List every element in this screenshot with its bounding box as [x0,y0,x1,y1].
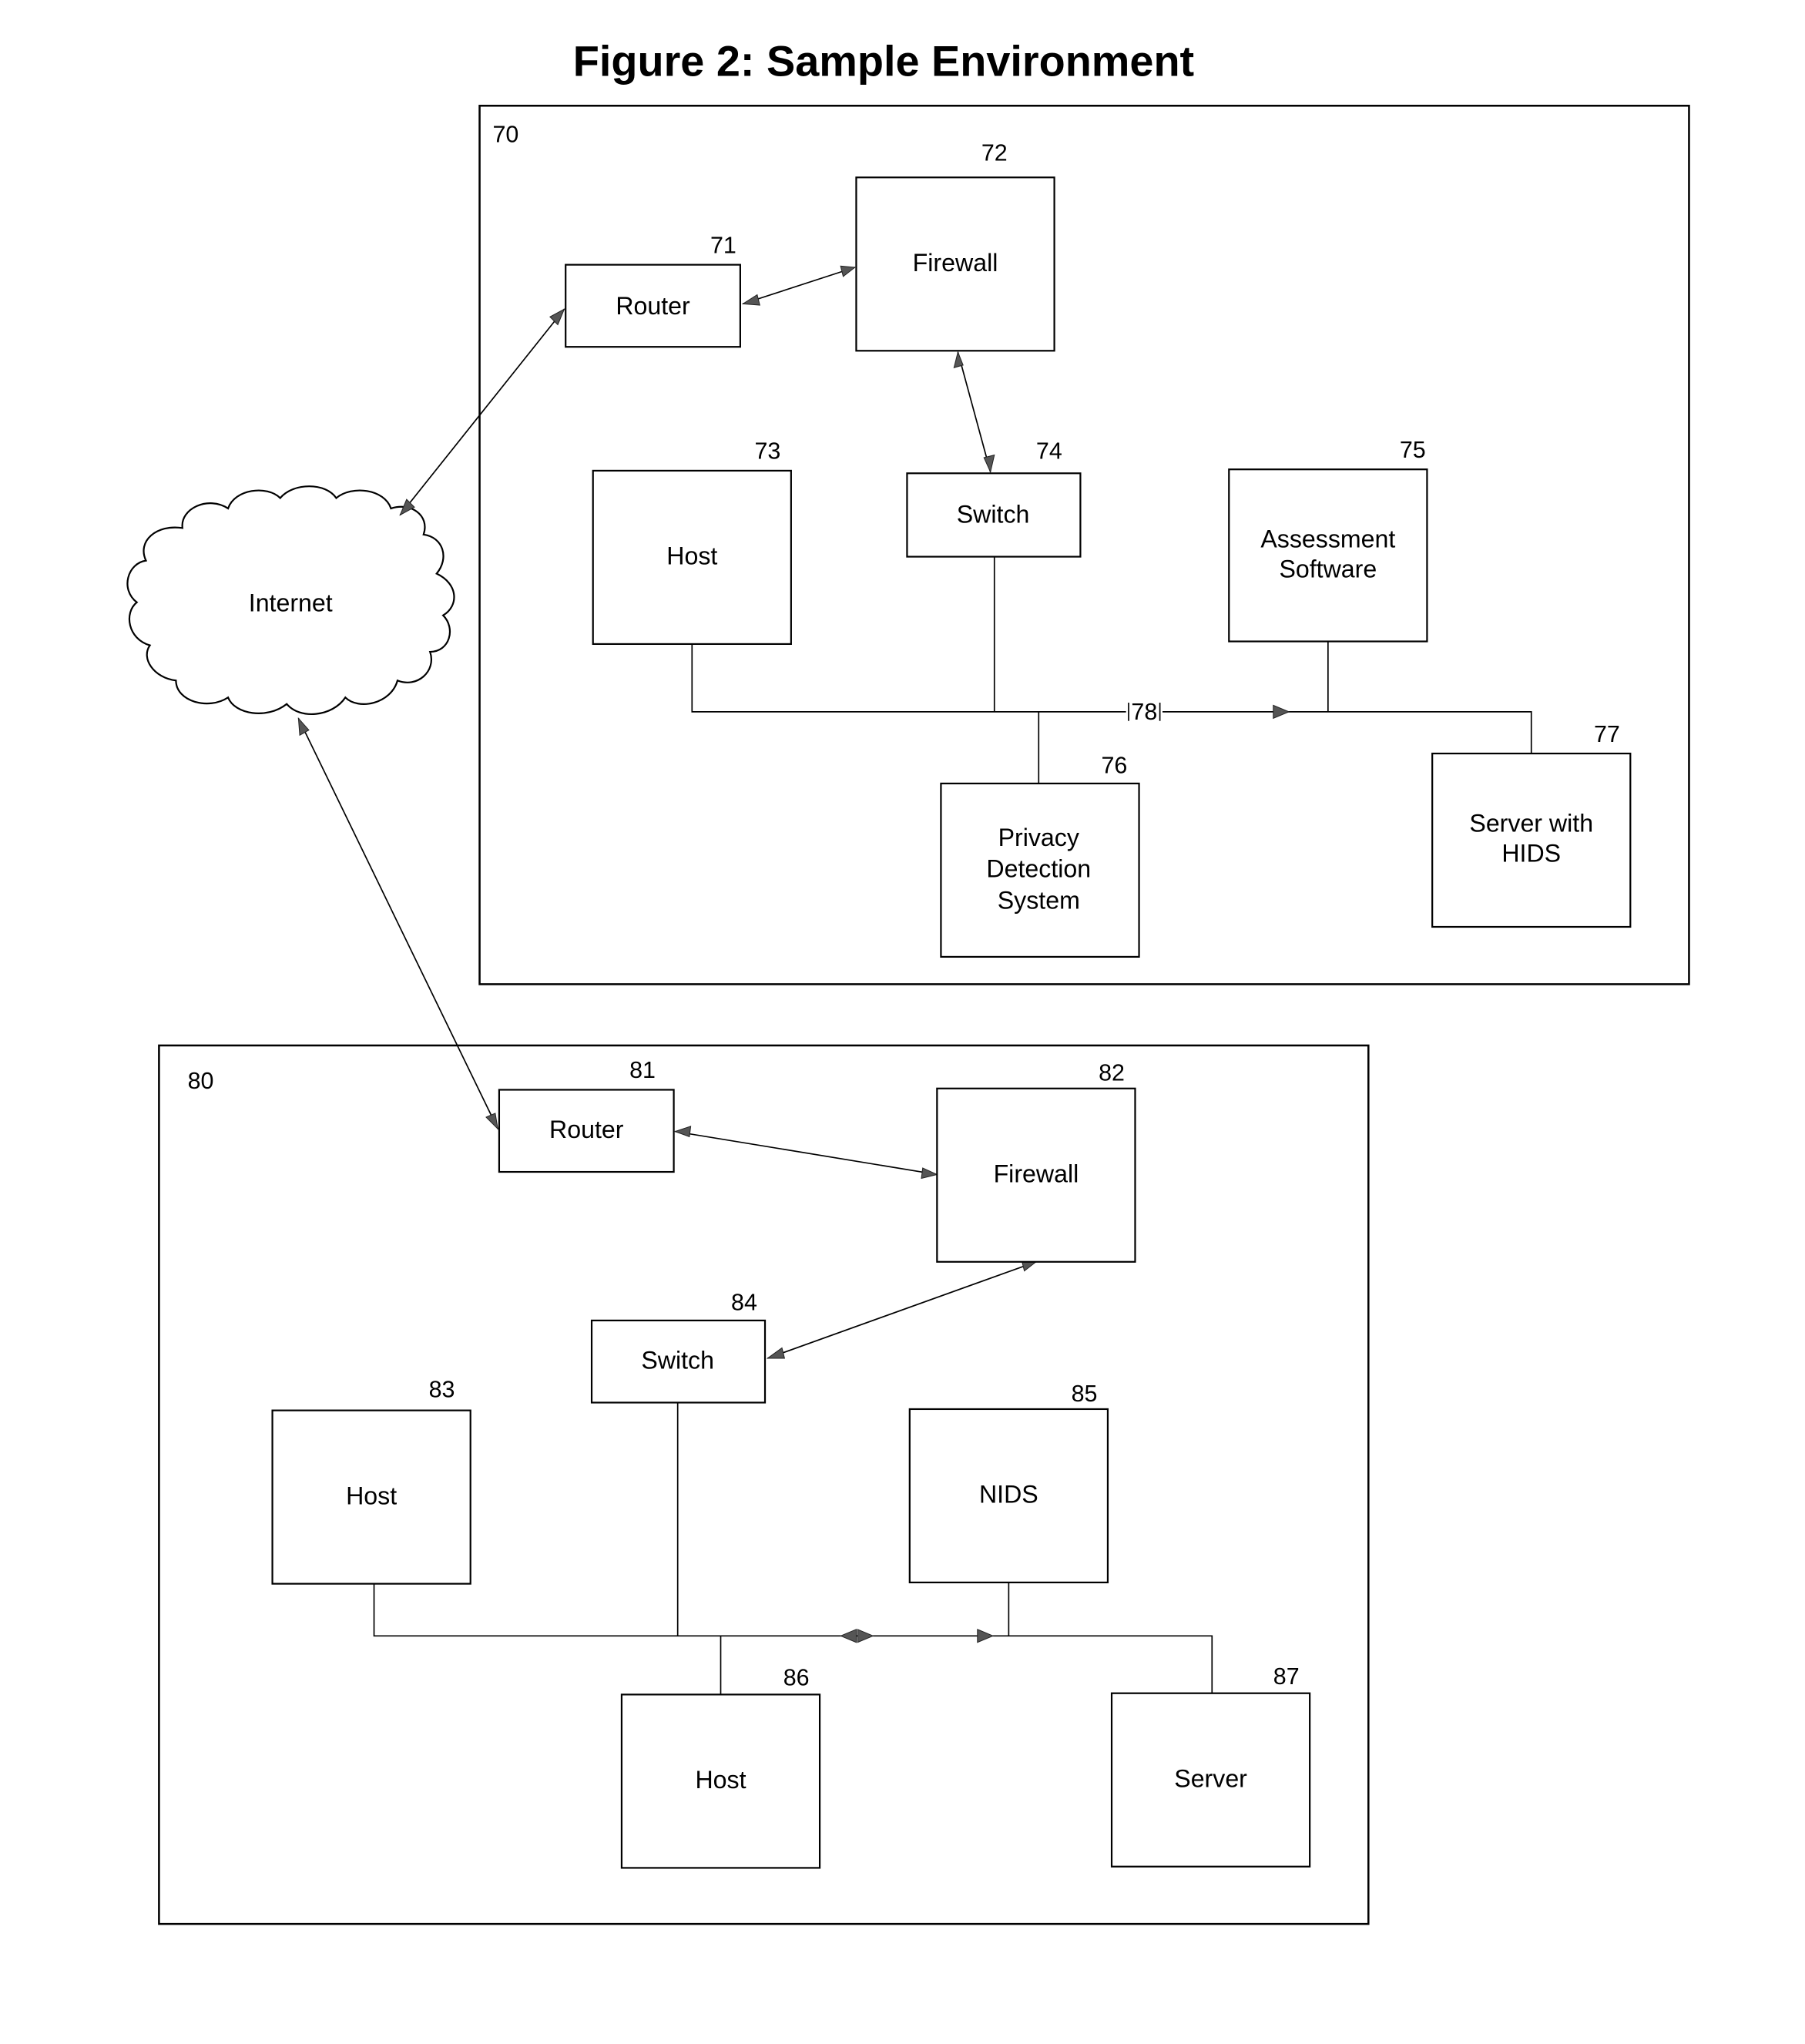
network-70-ref: 70 [492,122,518,148]
link-firewall82-switch84 [767,1260,1037,1359]
lan-70-bus [691,643,1532,754]
router-label: Router [549,1116,624,1143]
server-label: Server [1174,1765,1247,1793]
node-host-83[interactable]: Host 83 [271,1377,471,1585]
link-internet-router81 [297,717,498,1129]
host-ref: 73 [754,438,780,465]
arrowhead [549,308,565,326]
node-host-86[interactable]: Host 86 [620,1665,821,1869]
router-ref: 71 [710,232,736,258]
diagram-canvas: Figure 2: Sample Environment 70 80 Inter… [126,36,1690,1925]
internet-cloud: Internet [126,485,455,715]
node-router-71[interactable]: Router 71 [565,232,741,348]
node-switch-84[interactable]: Switch 84 [590,1289,767,1404]
nids-ref: 85 [1072,1381,1098,1407]
server-hids-label-line1: Server with [1469,810,1593,837]
router-ref: 81 [629,1057,656,1083]
link-router81-firewall82 [675,1130,938,1176]
firewall-ref: 72 [981,139,1008,166]
firewall-label: Firewall [913,249,998,277]
router-label: Router [616,292,690,320]
host-ref: 83 [429,1377,455,1403]
server-ref: 87 [1273,1663,1300,1690]
pds-label-line1: Privacy [998,824,1079,851]
pds-label-line2: Detection [986,855,1091,883]
arrowhead [953,351,964,368]
arrowhead [840,265,857,277]
node-nids-85[interactable]: NIDS 85 [908,1381,1109,1584]
arrowhead [1273,704,1290,720]
pds-label-line3: System [998,886,1080,914]
link-internet-router71 [399,308,565,515]
firewall-ref: 82 [1099,1060,1125,1086]
internet-label: Internet [249,589,333,617]
host-label: Host [666,542,717,570]
arrowhead [741,294,760,306]
assessment-label-line1: Assessment [1260,525,1395,553]
assessment-label-line2: Software [1279,555,1377,583]
arrowhead [485,1113,498,1130]
arrowhead [297,717,310,737]
arrowhead [977,1629,995,1643]
node-firewall-82[interactable]: Firewall 82 [936,1060,1136,1263]
link-78-ref: 78 [1131,699,1157,725]
host-label: Host [695,1766,746,1794]
node-server-87[interactable]: Server 87 [1110,1663,1311,1868]
server-hids-ref: 77 [1594,721,1620,747]
node-assessment-75[interactable]: Assessment Software 75 [1228,437,1428,643]
switch-label: Switch [957,501,1030,529]
pds-ref: 76 [1101,752,1127,778]
switch-ref: 84 [731,1289,757,1315]
link-firewall72-switch74 [957,351,991,472]
arrowhead [839,1629,857,1643]
arrowhead [673,1126,692,1138]
arrowhead [857,1629,874,1643]
arrowhead [983,454,995,474]
host-ref: 86 [783,1665,810,1691]
node-firewall-72[interactable]: Firewall 72 [855,139,1055,352]
node-host-73[interactable]: Host 73 [592,438,792,646]
figure-title: Figure 2: Sample Environment [573,36,1194,85]
node-privacy-detection-76[interactable]: Privacy Detection System 76 [940,752,1140,958]
arrowhead [921,1167,938,1180]
arrowhead [766,1347,786,1359]
switch-label: Switch [641,1346,714,1374]
nids-label: NIDS [979,1481,1038,1509]
network-80-ref: 80 [188,1068,214,1094]
link-router71-firewall72 [743,267,856,305]
assessment-ref: 75 [1400,437,1426,463]
switch-ref: 74 [1036,438,1062,465]
firewall-label: Firewall [994,1160,1079,1188]
node-router-81[interactable]: Router 81 [498,1057,675,1173]
server-hids-label-line2: HIDS [1501,839,1561,867]
host-label: Host [346,1482,397,1509]
